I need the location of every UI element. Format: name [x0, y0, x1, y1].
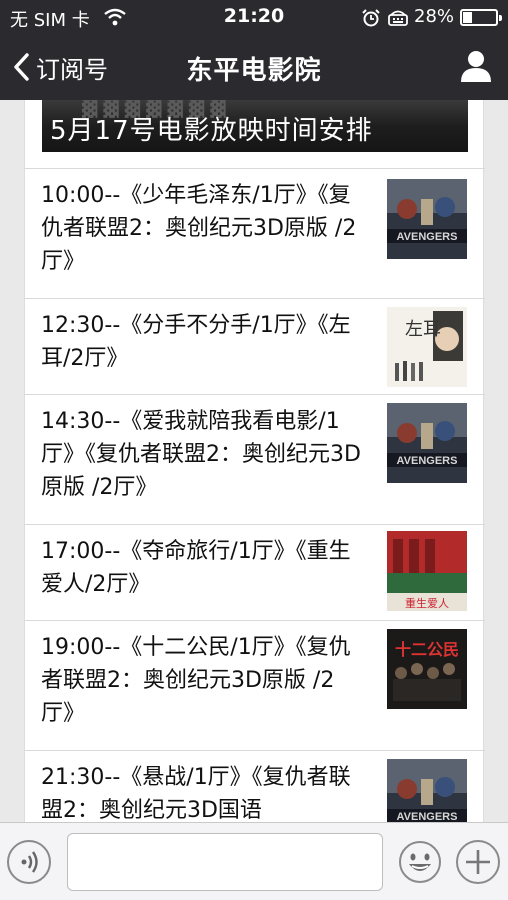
banner-image: ▓▓▓▓▓▓▓ 5月17号电影放映时间安排: [42, 100, 468, 152]
page-title: 东平电影院: [186, 56, 322, 86]
input-bar: [0, 822, 508, 900]
tty-icon: [388, 10, 408, 26]
avengers-poster: AVENGERS: [387, 403, 467, 483]
voice-button[interactable]: [7, 840, 51, 884]
avengers-poster: AVENGERS: [387, 179, 467, 259]
svg-text:十二公民: 十二公民: [395, 640, 459, 659]
schedule-text: 21:30--《悬战/1厅》《复仇者联盟2：奥创纪元3D国语: [41, 765, 351, 822]
plus-icon: [466, 850, 490, 874]
article-card: ▓▓▓▓▓▓▓ 5月17号电影放映时间安排 10:00--《少年毛泽东/1厅》《…: [24, 100, 485, 822]
schedule-row[interactable]: 14:30--《爱我就陪我看电影/1厅》《复仇者联盟2：奥创纪元3D原版 /2厅…: [25, 394, 485, 524]
alarm-icon: [362, 9, 380, 27]
nav-bar: 订阅号 东平电影院: [0, 34, 508, 100]
schedule-text: 19:00--《十二公民/1厅》《复仇者联盟2：奥创纪元3D原版 /2厅》: [41, 635, 351, 726]
twelve-citizens-poster: 十二公民: [387, 629, 467, 709]
svg-text:AVENGERS: AVENGERS: [397, 811, 458, 822]
article-content[interactable]: ▓▓▓▓▓▓▓ 5月17号电影放映时间安排 10:00--《少年毛泽东/1厅》《…: [0, 100, 508, 822]
message-input[interactable]: [67, 833, 383, 891]
svg-text:重生爱人: 重生爱人: [405, 596, 449, 610]
voice-icon: [21, 851, 38, 873]
avengers-poster: AVENGERS: [387, 759, 467, 822]
svg-text:AVENGERS: AVENGERS: [397, 455, 458, 467]
schedule-row[interactable]: 12:30--《分手不分手/1厅》《左耳/2厅》 左耳: [25, 298, 485, 394]
person-icon[interactable]: [458, 48, 494, 84]
svg-text:左耳: 左耳: [405, 319, 441, 339]
battery-percent: 28%: [414, 6, 455, 27]
schedule-row[interactable]: 17:00--《夺命旅行/1厅》《重生爱人/2厅》 重生爱人: [25, 524, 485, 620]
banner-title: 5月17号电影放映时间安排: [50, 116, 373, 146]
schedule-row[interactable]: 21:30--《悬战/1厅》《复仇者联盟2：奥创纪元3D国语 AVENGERS: [25, 750, 485, 822]
schedule-text: 12:30--《分手不分手/1厅》《左耳/2厅》: [41, 313, 351, 371]
zuoer-poster: 左耳: [387, 307, 467, 387]
schedule-row[interactable]: 19:00--《十二公民/1厅》《复仇者联盟2：奥创纪元3D原版 /2厅》 十二…: [25, 620, 485, 750]
battery-icon: [460, 9, 502, 26]
emoji-icon[interactable]: [398, 840, 442, 884]
svg-text:AVENGERS: AVENGERS: [397, 231, 458, 243]
status-bar: 无 SIM 卡 21:20 28%: [0, 0, 508, 34]
chongsheng-poster: 重生爱人: [387, 531, 467, 611]
schedule-text: 17:00--《夺命旅行/1厅》《重生爱人/2厅》: [41, 539, 351, 597]
schedule-row[interactable]: 10:00--《少年毛泽东/1厅》《复仇者联盟2：奥创纪元3D原版 /2厅》 A…: [25, 168, 485, 298]
schedule-text: 10:00--《少年毛泽东/1厅》《复仇者联盟2：奥创纪元3D原版 /2厅》: [41, 183, 357, 274]
plus-button[interactable]: [456, 840, 500, 884]
schedule-text: 14:30--《爱我就陪我看电影/1厅》《复仇者联盟2：奥创纪元3D原版 /2厅…: [41, 409, 361, 500]
